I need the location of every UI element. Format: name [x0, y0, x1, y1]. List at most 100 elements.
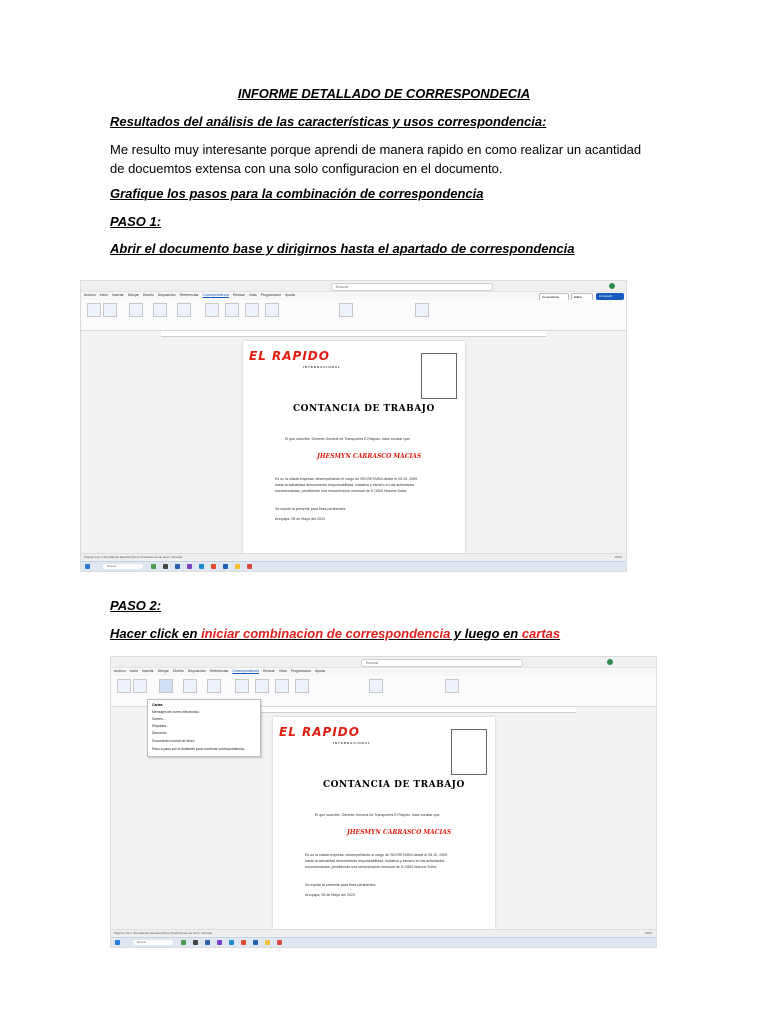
tab-referencias[interactable]: Referencias: [180, 293, 199, 297]
tab-diseno[interactable]: Diseño: [173, 669, 184, 673]
chrome-icon[interactable]: [241, 940, 246, 945]
address-block-icon[interactable]: [255, 679, 269, 693]
app-icon[interactable]: [163, 564, 168, 569]
photo-placeholder: [451, 729, 487, 775]
menu-item-wizard[interactable]: Paso a paso por el Asistente para combin…: [152, 747, 246, 751]
tab-correspondencia[interactable]: Correspondencia: [232, 669, 259, 673]
envelopes-icon[interactable]: [117, 679, 131, 693]
windows-start-icon[interactable]: [115, 940, 120, 945]
tab-correspondencia[interactable]: Correspondencia: [202, 293, 229, 297]
menu-item-normal[interactable]: Documento normal de Word: [152, 739, 194, 743]
finish-merge-icon[interactable]: [445, 679, 459, 693]
step1-label: PASO 1:: [110, 214, 162, 229]
app-icon[interactable]: [193, 940, 198, 945]
highlight-fields-icon[interactable]: [205, 303, 219, 317]
labels-icon[interactable]: [103, 303, 117, 317]
mail-merge-dropdown: Cartas Mensajes de correo electrónico So…: [147, 699, 261, 757]
start-mail-merge-icon[interactable]: [129, 303, 143, 317]
finish-merge-icon[interactable]: [415, 303, 429, 317]
zoom-level[interactable]: 100%: [644, 931, 652, 935]
company-logo: EL RAPIDO: [249, 349, 330, 363]
status-bar: Página 1 de 1 93 palabras Español (Perú)…: [81, 553, 626, 561]
edit-recipients-icon[interactable]: [207, 679, 221, 693]
app-icon[interactable]: [205, 940, 210, 945]
menu-item-email[interactable]: Mensajes de correo electrónico: [152, 710, 199, 714]
folder-icon[interactable]: [235, 564, 240, 569]
edit-recipients-icon[interactable]: [177, 303, 191, 317]
taskbar-search[interactable]: Buscar: [133, 940, 173, 945]
search-input[interactable]: Buscar: [331, 283, 493, 291]
tab-programador[interactable]: Programador: [261, 293, 281, 297]
select-recipients-icon[interactable]: [183, 679, 197, 693]
greeting-line-icon[interactable]: [275, 679, 289, 693]
ruler: [161, 331, 546, 337]
tab-archivo[interactable]: Archivo: [84, 293, 96, 297]
preview-results-icon[interactable]: [339, 303, 353, 317]
tab-insertar[interactable]: Insertar: [142, 669, 154, 673]
zoom-level[interactable]: 100%: [614, 555, 622, 559]
app-icon[interactable]: [151, 564, 156, 569]
ribbon-toolbar: [81, 300, 626, 331]
letter-title: CONTANCIA DE TRABAJO: [323, 780, 465, 790]
select-recipients-icon[interactable]: [153, 303, 167, 317]
insert-field-icon[interactable]: [265, 303, 279, 317]
step2-text: Hacer click en iniciar combinacion de co…: [110, 626, 561, 641]
step1-text: Abrir el documento base y dirigirnos has…: [110, 241, 575, 256]
avatar[interactable]: [607, 659, 613, 665]
app-icon[interactable]: [181, 940, 186, 945]
chrome-icon[interactable]: [247, 564, 252, 569]
tab-disposicion[interactable]: Disposición: [188, 669, 206, 673]
tab-vista[interactable]: Vista: [249, 293, 257, 297]
ribbon-tabs: Archivo Inicio Insertar Dibujar Diseño D…: [81, 292, 626, 302]
taskbar-search[interactable]: Buscar: [103, 564, 143, 569]
tab-diseno[interactable]: Diseño: [143, 293, 154, 297]
avatar[interactable]: [609, 283, 615, 289]
preview-results-icon[interactable]: [369, 679, 383, 693]
tab-dibujar[interactable]: Dibujar: [158, 669, 169, 673]
tab-disposicion[interactable]: Disposición: [158, 293, 176, 297]
start-mail-merge-icon[interactable]: [159, 679, 173, 693]
menu-item-sobres[interactable]: Sobres...: [152, 717, 166, 721]
tab-programador[interactable]: Programador: [291, 669, 311, 673]
chrome-icon[interactable]: [277, 940, 282, 945]
insert-field-icon[interactable]: [295, 679, 309, 693]
menu-item-cartas[interactable]: Cartas: [152, 703, 163, 707]
labels-icon[interactable]: [133, 679, 147, 693]
menu-item-directorio[interactable]: Directorio: [152, 731, 167, 735]
menu-item-etiquetas[interactable]: Etiquetas...: [152, 724, 169, 728]
chrome-icon[interactable]: [211, 564, 216, 569]
edge-icon[interactable]: [229, 940, 234, 945]
tab-vista[interactable]: Vista: [279, 669, 287, 673]
tab-inicio[interactable]: Inicio: [100, 293, 108, 297]
app-icon[interactable]: [217, 940, 222, 945]
tab-archivo[interactable]: Archivo: [114, 669, 126, 673]
edge-icon[interactable]: [199, 564, 204, 569]
step2-label: PASO 2:: [110, 598, 162, 613]
windows-start-icon[interactable]: [85, 564, 90, 569]
company-logo: EL RAPIDO: [279, 725, 360, 739]
ribbon-tabs: Archivo Inicio Insertar Dibujar Diseño D…: [111, 668, 656, 676]
folder-icon[interactable]: [265, 940, 270, 945]
share-button[interactable]: Compartir: [596, 293, 624, 300]
tab-dibujar[interactable]: Dibujar: [128, 293, 139, 297]
tab-ayuda[interactable]: Ayuda: [285, 293, 295, 297]
windows-taskbar: Buscar: [81, 561, 626, 571]
employee-name: JHESMYN CARRASCO MACIAS: [347, 829, 452, 836]
tab-referencias[interactable]: Referencias: [210, 669, 229, 673]
tab-inicio[interactable]: Inicio: [130, 669, 138, 673]
highlight-fields-icon[interactable]: [235, 679, 249, 693]
app-icon[interactable]: [175, 564, 180, 569]
greeting-line-icon[interactable]: [245, 303, 259, 317]
tab-revisar[interactable]: Revisar: [263, 669, 275, 673]
screenshot-step2: Buscar Archivo Inicio Insertar Dibujar D…: [110, 656, 657, 948]
tab-revisar[interactable]: Revisar: [233, 293, 245, 297]
word-icon[interactable]: [223, 564, 228, 569]
envelopes-icon[interactable]: [87, 303, 101, 317]
tab-ayuda[interactable]: Ayuda: [315, 669, 325, 673]
document-title: INFORME DETALLADO DE CORRESPONDECIA: [237, 86, 531, 101]
search-input[interactable]: Buscar: [361, 659, 523, 667]
word-icon[interactable]: [253, 940, 258, 945]
tab-insertar[interactable]: Insertar: [112, 293, 124, 297]
address-block-icon[interactable]: [225, 303, 239, 317]
app-icon[interactable]: [187, 564, 192, 569]
